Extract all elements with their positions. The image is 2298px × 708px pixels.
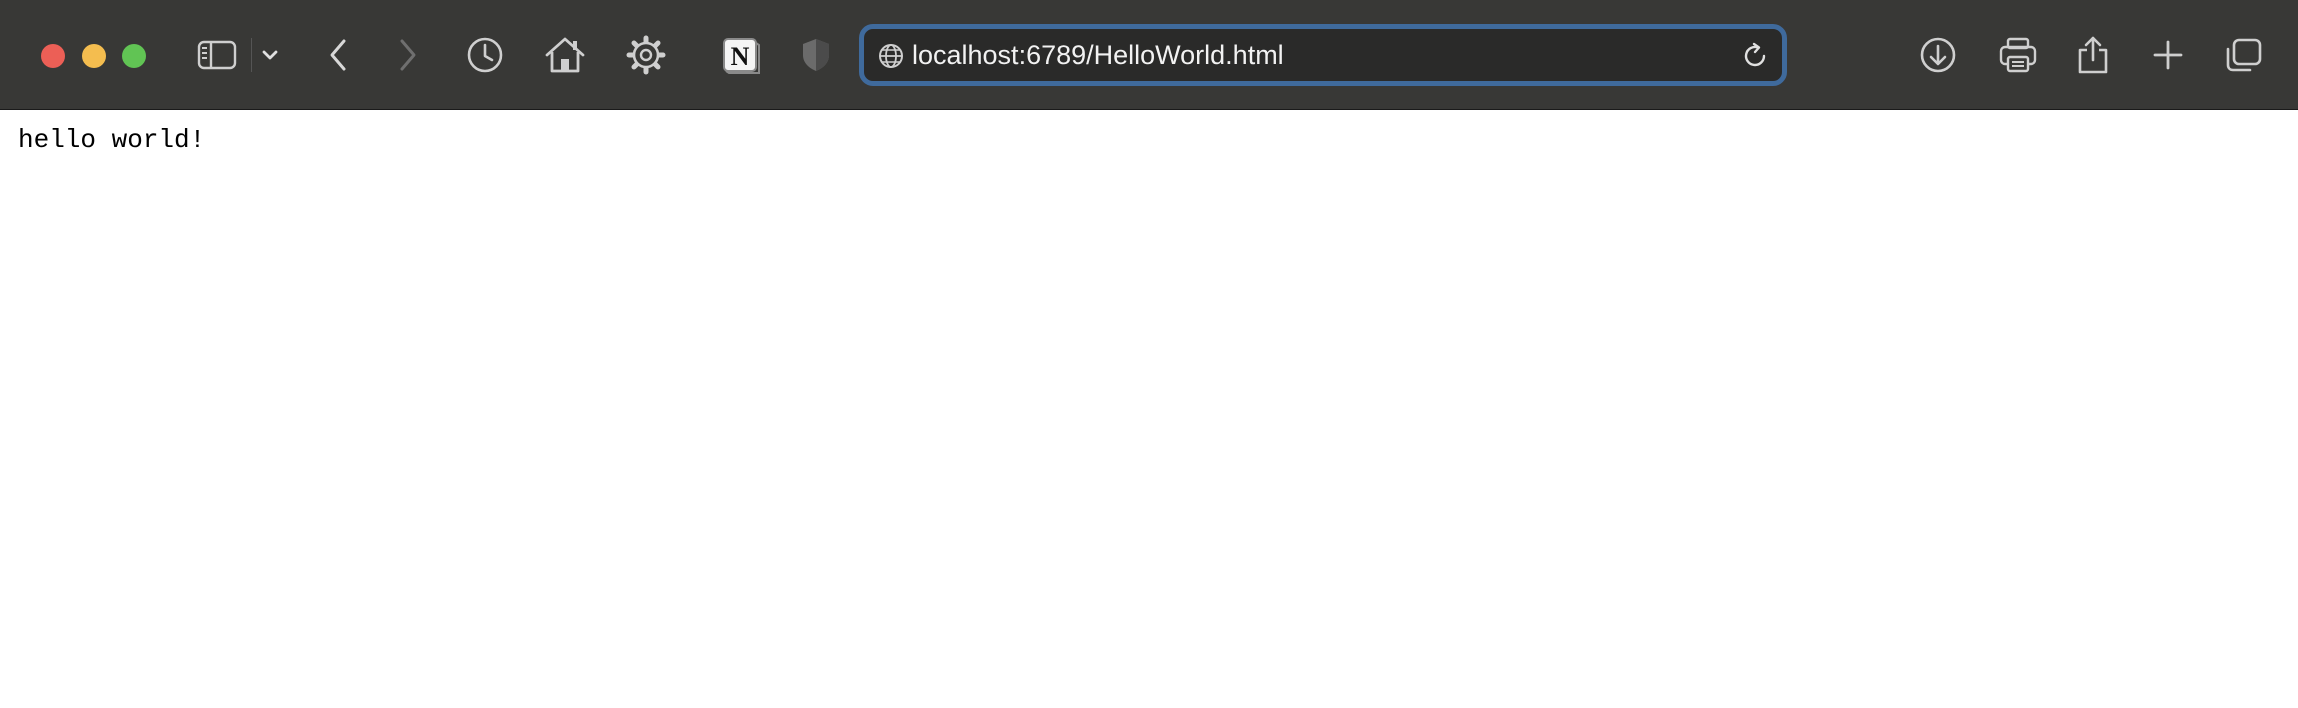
reload-button[interactable]	[1740, 41, 1770, 71]
back-icon	[330, 39, 346, 71]
history-button[interactable]	[460, 30, 510, 80]
history-icon	[467, 37, 503, 73]
web-page-content: hello world!	[0, 110, 2298, 708]
share-button[interactable]	[2068, 30, 2118, 80]
browser-window: N localhost:6789/HelloWorld.html hello w…	[0, 0, 2298, 708]
address-bar[interactable]: localhost:6789/HelloWorld.html	[859, 24, 1787, 86]
settings-button[interactable]	[621, 30, 671, 80]
new-tab-icon	[2153, 40, 2183, 70]
tab-overview-icon	[2226, 38, 2262, 72]
shield-icon	[803, 39, 829, 71]
print-icon	[1999, 37, 2037, 73]
download-icon	[1920, 37, 1956, 73]
home-button[interactable]	[540, 30, 590, 80]
close-window-button[interactable]	[41, 44, 65, 68]
forward-button[interactable]	[383, 30, 433, 80]
print-button[interactable]	[1993, 30, 2043, 80]
downloads-button[interactable]	[1913, 30, 1963, 80]
globe-icon	[879, 44, 903, 68]
tab-overview-button[interactable]	[2219, 30, 2269, 80]
browser-toolbar: N localhost:6789/HelloWorld.html	[0, 0, 2298, 110]
chevron-down-icon	[262, 50, 278, 60]
privacy-button[interactable]	[791, 30, 841, 80]
share-icon	[2078, 36, 2108, 74]
gear-icon	[626, 35, 666, 75]
notion-extension-button[interactable]: N	[716, 30, 766, 80]
reload-icon	[1744, 42, 1766, 67]
forward-icon	[400, 39, 416, 71]
home-icon	[545, 37, 585, 73]
sidebar-icon	[197, 40, 237, 70]
address-url[interactable]: localhost:6789/HelloWorld.html	[912, 39, 1284, 71]
page-text: hello world!	[18, 125, 206, 155]
maximize-window-button[interactable]	[122, 44, 146, 68]
back-button[interactable]	[313, 30, 363, 80]
sidebar-toggle-button[interactable]	[192, 30, 242, 80]
new-tab-button[interactable]	[2143, 30, 2193, 80]
sidebar-menu-button[interactable]	[246, 30, 294, 80]
notion-icon: N	[723, 38, 760, 74]
notion-letter: N	[731, 42, 750, 71]
minimize-window-button[interactable]	[82, 44, 106, 68]
